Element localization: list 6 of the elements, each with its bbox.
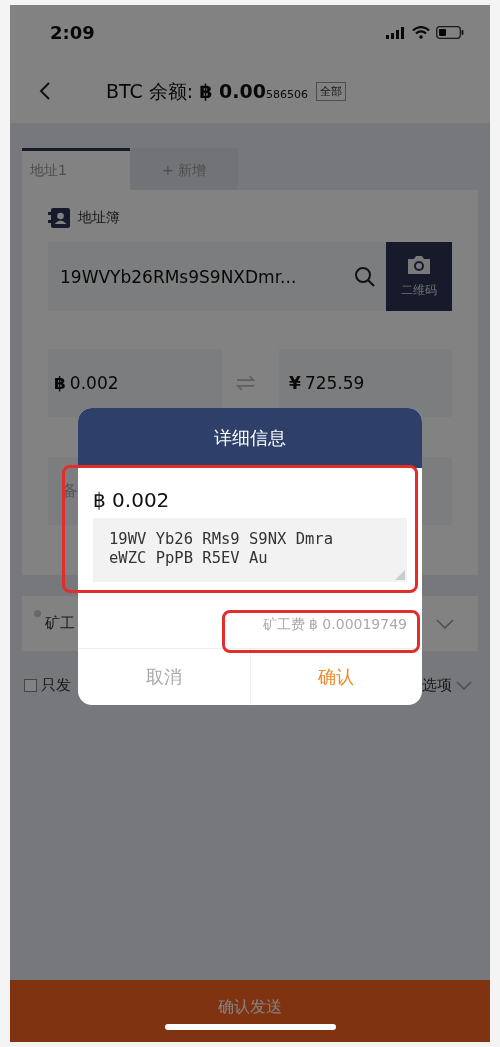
address-text-area: 19WV Yb26 RMs9 S9NX Dmra eWZC PpPB R5EV Au xyxy=(93,518,407,582)
miner-fee: 矿工费 ฿ 0.00019749 xyxy=(262,616,407,634)
dialog-amount: ฿ 0.002 xyxy=(93,488,171,512)
balance-title: BTC 余额: ฿ 0.00586506 xyxy=(106,78,308,104)
dialog-title: 详细信息 xyxy=(78,408,422,468)
status-time: 2:09 xyxy=(50,22,95,43)
